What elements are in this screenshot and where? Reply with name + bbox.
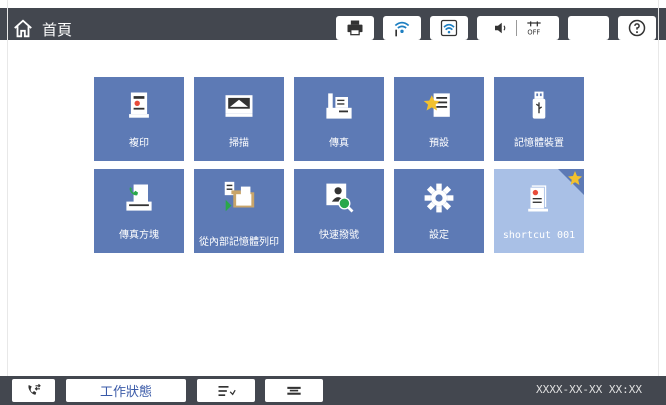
printer-icon: [347, 20, 363, 36]
shortcut-icon: [518, 177, 560, 219]
wifi-status-button[interactable]: [383, 16, 421, 40]
status-bar: 首頁 OFF: [0, 0, 666, 40]
tile-memory-device[interactable]: 記憶體裝置: [494, 77, 584, 161]
help-button[interactable]: [618, 16, 656, 40]
home-button[interactable]: 首頁: [12, 18, 72, 40]
corner-fold: [558, 169, 584, 195]
help-icon: [628, 19, 646, 37]
sleep-button[interactable]: [568, 16, 609, 40]
wifi-direct-status-button[interactable]: [430, 16, 468, 40]
moon-icon: [583, 21, 591, 35]
stack-icon: [287, 386, 301, 395]
tile-speed-dial[interactable]: 快速撥號: [294, 169, 384, 253]
tile-presets[interactable]: 預設: [394, 77, 484, 161]
tile-label: 預設: [429, 138, 449, 149]
speaker-icon: [494, 22, 505, 34]
divider: [515, 20, 517, 36]
settings-icon: [418, 177, 460, 219]
tile-print-from-memory[interactable]: 從內部記憶體列印: [194, 169, 284, 253]
presets-icon: [418, 85, 460, 127]
tile-label: 從內部記憶體列印: [199, 237, 279, 248]
fax-icon: [318, 85, 360, 127]
wifi-direct-icon: [440, 19, 458, 37]
speed-dial-icon: [318, 177, 360, 219]
tile-label: 記憶體裝置: [514, 138, 564, 149]
wifi-icon: [394, 21, 410, 37]
job-status-button[interactable]: 工作狀態: [66, 379, 186, 402]
tile-shortcut-001[interactable]: shortcut 001: [494, 169, 584, 253]
job-list-button[interactable]: [197, 379, 255, 402]
svg-text:OFF: OFF: [527, 29, 540, 37]
sound-setting-button[interactable]: OFF: [477, 16, 559, 40]
phone-arrows-icon: [27, 383, 41, 395]
tile-fax[interactable]: 傳真: [294, 77, 384, 161]
copy-icon: [118, 85, 160, 127]
bottom-bar: 工作狀態 XXXX-XX-XX XX:XX: [0, 376, 666, 405]
memory-device-icon: [518, 85, 560, 127]
fax-history-button[interactable]: [12, 379, 55, 402]
tile-label: shortcut 001: [502, 230, 576, 241]
scan-icon: [218, 85, 260, 127]
tile-label: 快速撥號: [319, 230, 359, 241]
print-from-memory-icon: [218, 177, 260, 219]
job-list-icon: [218, 385, 236, 396]
printer-status-button[interactable]: [336, 16, 374, 40]
tile-label: 掃描: [229, 138, 249, 149]
tile-label: 傳真方塊: [119, 230, 159, 241]
tile-settings[interactable]: 設定: [394, 169, 484, 253]
tile-label: 傳真: [329, 138, 349, 149]
fax-box-icon: [118, 177, 160, 219]
job-sort-button[interactable]: [265, 379, 323, 402]
home-icon: [14, 19, 32, 38]
page-title: 首頁: [42, 20, 73, 39]
tile-label: 複印: [129, 138, 149, 149]
tile-label: 設定: [429, 230, 449, 241]
tone-off-icon: OFF: [527, 21, 541, 37]
datetime-display: XXXX-XX-XX XX:XX: [536, 383, 642, 396]
home-menu: 複印 掃描 傳真 預設 記憶體裝置 傳真方塊 從內部記憶體列印 快速撥號 設定 …: [7, 40, 659, 376]
tile-copy[interactable]: 複印: [94, 77, 184, 161]
tile-scan[interactable]: 掃描: [194, 77, 284, 161]
tile-fax-box[interactable]: 傳真方塊: [94, 169, 184, 253]
